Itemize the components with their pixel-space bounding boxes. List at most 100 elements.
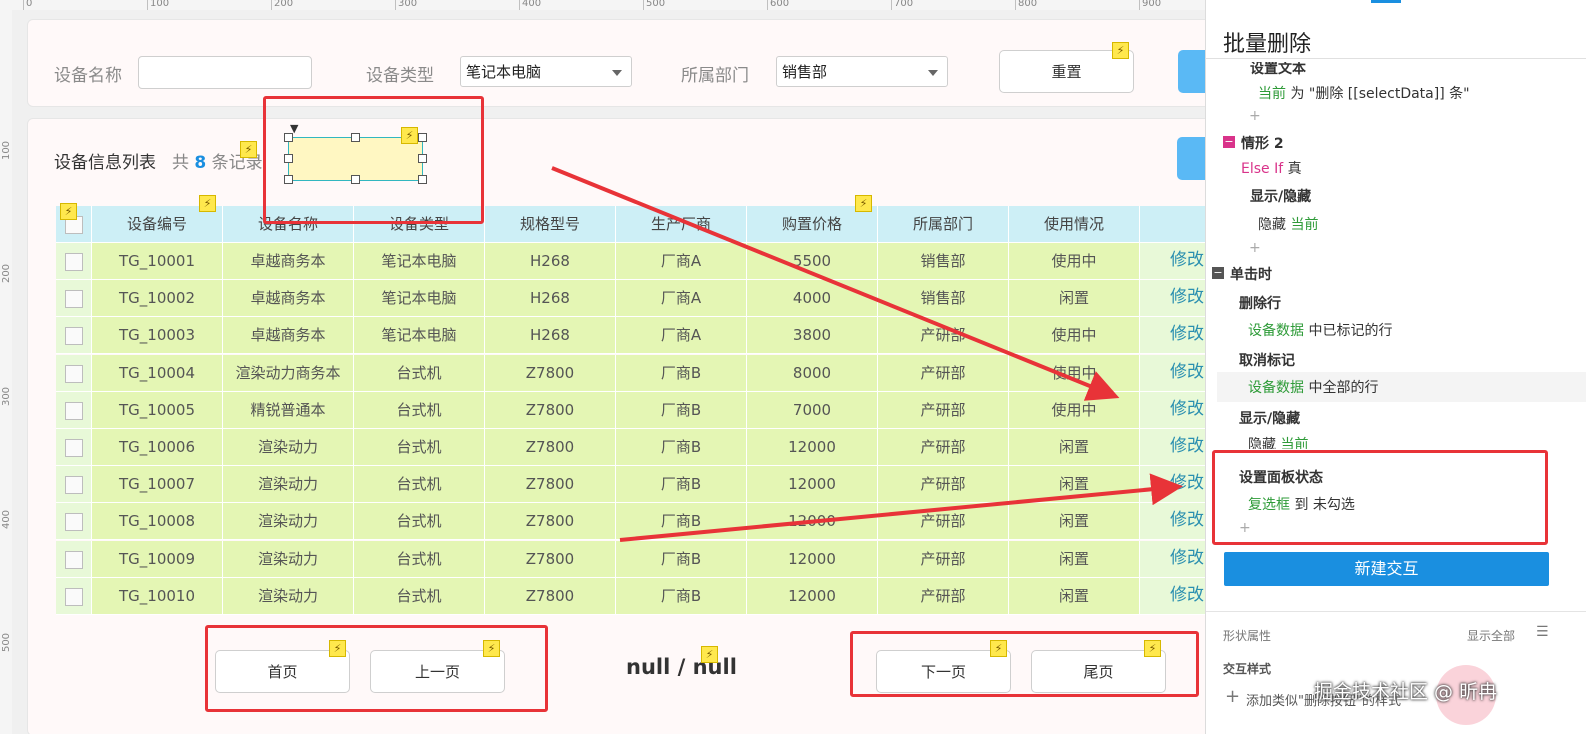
row-checkbox[interactable] — [65, 550, 83, 569]
edit-link[interactable]: 修改 — [1170, 316, 1204, 353]
ruler-label: 200 — [1, 263, 13, 284]
collapse-icon[interactable]: − — [1223, 136, 1235, 148]
row-checkbox-cell — [56, 354, 92, 392]
table-cell: 台式机 — [354, 577, 485, 615]
table-cell: 厂商B — [616, 466, 747, 504]
table-cell: 12000 — [747, 429, 878, 466]
hide-current-row[interactable]: 隐藏 当前 — [1258, 214, 1318, 234]
chevron-down-icon — [928, 70, 938, 76]
header-status: 使用情况 — [1009, 206, 1140, 243]
edit-link[interactable]: 修改 — [1170, 428, 1204, 465]
row-checkbox[interactable] — [65, 253, 83, 271]
edit-link[interactable]: 修改 — [1170, 242, 1204, 279]
row-checkbox[interactable] — [65, 587, 83, 606]
table-cell: 销售部 — [878, 243, 1009, 280]
department-select[interactable]: 销售部 — [776, 56, 948, 87]
table-cell: 使用中 — [1009, 391, 1140, 429]
table-row[interactable]: TG_10006 渲染动力 台式机 Z7800 厂商B 12000 产研部 闲置 修改 — [56, 429, 1215, 466]
table-cell: 闲置 — [1009, 540, 1140, 578]
table-row[interactable]: TG_10005 精锐普通本 台式机 Z7800 厂商B 7000 产研部 使用中 修改 — [56, 391, 1215, 429]
row-checkbox[interactable] — [65, 401, 83, 420]
row-checkbox[interactable] — [65, 290, 83, 309]
add-action-icon[interactable]: + — [1239, 520, 1251, 536]
row-checkbox[interactable] — [65, 513, 83, 532]
table-row[interactable]: TG_10003 卓越商务本 笔记本电脑 H268 厂商A 3800 产研部 使用中 修改 — [56, 316, 1215, 355]
menu-icon[interactable]: ☰ — [1536, 624, 1549, 640]
row-checkbox[interactable] — [65, 476, 83, 495]
table-cell: 卓越商务本 — [223, 280, 354, 318]
table-cell: 台式机 — [354, 429, 485, 466]
page-indicator: null / null — [626, 655, 737, 679]
panel-state-row[interactable]: 复选框 到 未勾选 — [1248, 494, 1355, 514]
row-checkbox[interactable] — [65, 327, 83, 346]
table-cell: 厂商B — [616, 391, 747, 429]
edit-link[interactable]: 修改 — [1170, 354, 1204, 391]
delete-rows-row[interactable]: 设备数据 中已标记的行 — [1248, 320, 1392, 340]
department-label: 所属部门 — [681, 66, 749, 86]
table-header-row: 设备编号 设备名称 设备类型 规格型号 生产厂商 购置价格 所属部门 使用情况 — [56, 206, 1215, 243]
table-cell: 台式机 — [354, 354, 485, 392]
table-cell: 12000 — [747, 540, 878, 578]
table-cell: 产研部 — [878, 577, 1009, 615]
ruler-label: 200 — [274, 0, 294, 9]
lightning-icon: ⚡ — [199, 195, 216, 212]
show-all-link[interactable]: 显示全部 — [1467, 627, 1515, 644]
table-cell: 卓越商务本 — [223, 317, 354, 355]
edit-link[interactable]: 修改 — [1170, 279, 1204, 316]
table-cell: 产研部 — [878, 540, 1009, 578]
edit-link[interactable]: 修改 — [1170, 465, 1204, 502]
table-cell: 闲置 — [1009, 503, 1140, 541]
row-actions-cell: 修改 — [1140, 391, 1215, 429]
table-cell: 精锐普通本 — [223, 391, 354, 429]
edit-link[interactable]: 修改 — [1170, 502, 1204, 539]
row-actions-cell: 修改 — [1140, 540, 1215, 578]
row-checkbox-cell — [56, 391, 92, 429]
add-action-icon[interactable]: + — [1249, 108, 1261, 124]
lightning-icon: ⚡ — [701, 646, 718, 663]
new-interaction-button[interactable]: 新建交互 — [1224, 552, 1549, 586]
edit-link[interactable]: 修改 — [1170, 540, 1204, 577]
edit-link[interactable]: 修改 — [1170, 577, 1204, 614]
table-row[interactable]: TG_10007 渲染动力 台式机 Z7800 厂商B 12000 产研部 闲置 修改 — [56, 465, 1215, 504]
table-row[interactable]: TG_10009 渲染动力 台式机 Z7800 厂商B 12000 产研部 闲置 修改 — [56, 540, 1215, 578]
table-row[interactable]: TG_10010 渲染动力 台式机 Z7800 厂商B 12000 产研部 闲置 修改 — [56, 577, 1215, 615]
unmark-row[interactable]: 设备数据 中全部的行 — [1248, 377, 1378, 397]
collapse-icon[interactable]: − — [1212, 267, 1224, 279]
table-cell: 闲置 — [1009, 429, 1140, 466]
table-cell: 厂商B — [616, 540, 747, 578]
ruler-label: 300 — [1, 386, 13, 407]
ruler-tick — [767, 0, 768, 10]
table-row[interactable]: TG_10004 渲染动力商务本 台式机 Z7800 厂商B 8000 产研部 使用中 修改 — [56, 354, 1215, 392]
table-row[interactable]: TG_10002 卓越商务本 笔记本电脑 H268 厂商A 4000 销售部 闲置 修改 — [56, 279, 1215, 318]
header-spec: 规格型号 — [485, 206, 616, 243]
table-cell: H268 — [485, 317, 616, 355]
lightning-icon: ⚡ — [1112, 42, 1129, 59]
table-cell: 8000 — [747, 354, 878, 392]
add-icon[interactable]: + — [1225, 686, 1240, 707]
table-row[interactable]: TG_10001 卓越商务本 笔记本电脑 H268 厂商A 5500 销售部 使用中 修改 — [56, 243, 1215, 280]
row-actions-cell: 修改 — [1140, 577, 1215, 615]
ruler-tick — [643, 0, 644, 10]
case-2-label[interactable]: 情形 2 — [1241, 133, 1284, 153]
table-cell: TG_10006 — [92, 429, 223, 466]
row-checkbox[interactable] — [65, 439, 83, 457]
table-cell: 产研部 — [878, 354, 1009, 392]
device-name-input[interactable] — [138, 56, 312, 89]
on-click-event[interactable]: 单击时 — [1230, 264, 1272, 284]
add-action-icon[interactable]: + — [1249, 240, 1261, 256]
active-tab-indicator — [1371, 0, 1401, 3]
table-cell: 产研部 — [878, 466, 1009, 504]
edit-link[interactable]: 修改 — [1170, 391, 1204, 428]
table-row[interactable]: TG_10008 渲染动力 台式机 Z7800 厂商B 12000 产研部 闲置 修改 — [56, 502, 1215, 541]
table-cell: 台式机 — [354, 503, 485, 541]
table-cell: 渲染动力 — [223, 540, 354, 578]
row-checkbox[interactable] — [65, 364, 83, 383]
table-cell: 12000 — [747, 577, 878, 615]
annotation-box-next — [850, 631, 1199, 697]
row-checkbox-cell — [56, 540, 92, 578]
set-text-row[interactable]: 当前 为 "删除 [[selectData]] 条" — [1258, 83, 1470, 103]
device-type-select[interactable]: 笔记本电脑 — [460, 56, 632, 87]
table-cell: TG_10008 — [92, 503, 223, 541]
annotation-box-widget — [263, 96, 484, 224]
row-checkbox-cell — [56, 243, 92, 280]
